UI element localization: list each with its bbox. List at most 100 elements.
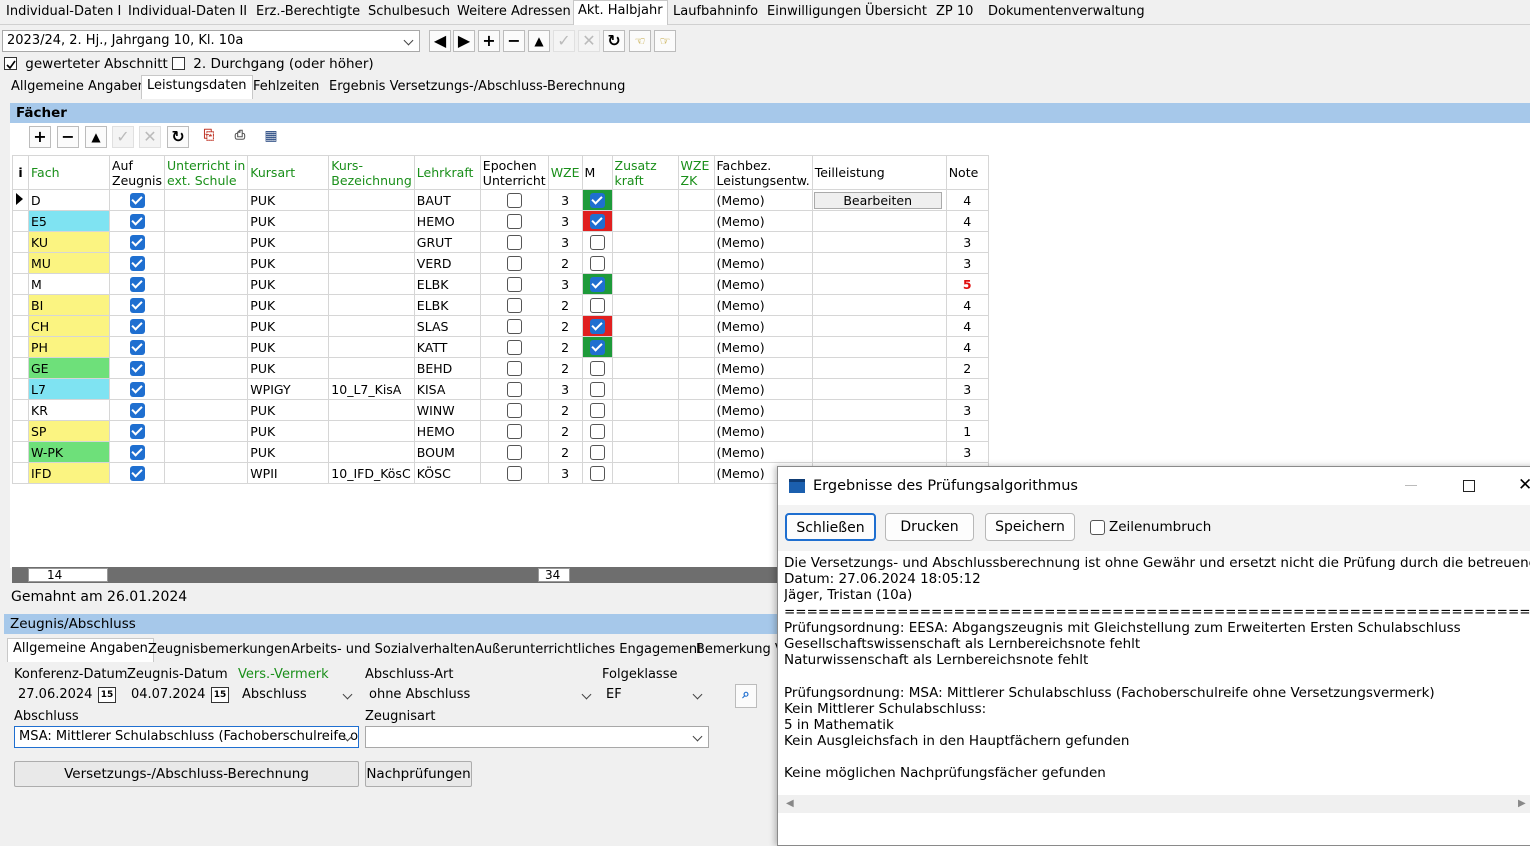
ext-schule-cell[interactable] xyxy=(164,420,249,442)
checkbox-empty-icon[interactable] xyxy=(589,403,605,418)
ext-schule-cell[interactable] xyxy=(164,273,249,295)
lehrkraft-cell[interactable]: BOUM xyxy=(413,441,481,463)
kursbez-cell[interactable] xyxy=(328,189,415,211)
fach-cell[interactable]: BI xyxy=(28,294,110,316)
checkbox-checked-icon[interactable] xyxy=(129,193,145,208)
fach-cell[interactable]: D xyxy=(28,189,110,211)
checkbox-checked-icon[interactable] xyxy=(129,403,145,418)
col-ext-schule[interactable]: Unterricht in ext. Schule xyxy=(164,155,249,190)
zusatzkraft-cell[interactable] xyxy=(611,315,679,337)
tab-uebersicht[interactable]: Übersicht xyxy=(861,2,931,24)
teilleistung-cell[interactable]: Bearbeiten xyxy=(811,189,947,211)
ext-schule-cell[interactable] xyxy=(164,441,249,463)
checkbox-empty-icon[interactable] xyxy=(506,340,522,355)
col-kursart[interactable]: Kursart xyxy=(247,155,330,190)
checkbox-empty-icon[interactable] xyxy=(506,424,522,439)
ext-schule-cell[interactable] xyxy=(164,231,249,253)
subtab-fehlzeiten[interactable]: Fehlzeiten xyxy=(248,77,324,99)
wze-cell[interactable]: 3 xyxy=(547,210,583,232)
checkbox-empty-icon[interactable] xyxy=(506,445,522,460)
mahnung-cell[interactable] xyxy=(581,399,613,421)
epochen-cell[interactable] xyxy=(479,189,549,211)
durchgang-option[interactable]: 2. Durchgang (oder höher) xyxy=(172,55,374,73)
col-m[interactable]: M xyxy=(581,155,613,190)
ext-schule-cell[interactable] xyxy=(164,294,249,316)
teilleistung-cell[interactable] xyxy=(811,231,947,253)
checkbox-empty-icon[interactable] xyxy=(589,382,605,397)
kursbez-cell[interactable]: 10_IFD_KösC xyxy=(328,462,415,484)
ext-schule-cell[interactable] xyxy=(164,315,249,337)
fach-cell[interactable]: E5 xyxy=(28,210,110,232)
close-icon[interactable]: ✕ xyxy=(1518,475,1530,495)
wze-cell[interactable]: 2 xyxy=(547,252,583,274)
checkbox-checked-icon[interactable] xyxy=(589,193,605,208)
lehrkraft-cell[interactable]: GRUT xyxy=(413,231,481,253)
checkbox-checked-icon[interactable] xyxy=(129,466,145,481)
checkbox-checked-icon[interactable] xyxy=(589,214,605,229)
table-row[interactable]: SP PUK HEMO 2 (Memo) 1 xyxy=(12,420,989,442)
wze-cell[interactable]: 3 xyxy=(547,231,583,253)
zusatzkraft-cell[interactable] xyxy=(611,273,679,295)
checkbox-empty-icon[interactable] xyxy=(589,445,605,460)
kursbez-cell[interactable] xyxy=(328,441,415,463)
kursart-cell[interactable]: PUK xyxy=(247,399,330,421)
checkbox-empty-icon[interactable] xyxy=(506,466,522,481)
checkbox-empty-icon[interactable] xyxy=(589,361,605,376)
ztab-arbeits-sozialverhalten[interactable]: Arbeits- und Sozialverhalten xyxy=(286,640,480,662)
table-edit-icon[interactable]: ▦ xyxy=(260,126,282,148)
kursart-cell[interactable]: PUK xyxy=(247,336,330,358)
lehrkraft-cell[interactable]: BEHD xyxy=(413,357,481,379)
wze-zk-cell[interactable] xyxy=(677,378,715,400)
tab-weitere-adressen[interactable]: Weitere Adressen xyxy=(453,2,575,24)
print-button[interactable]: Drucken xyxy=(885,513,974,541)
mahnung-cell[interactable] xyxy=(581,315,613,337)
wze-zk-cell[interactable] xyxy=(677,231,715,253)
fach-cell[interactable]: IFD xyxy=(28,462,110,484)
fachbez-cell[interactable]: (Memo) xyxy=(713,273,813,295)
teilleistung-cell[interactable] xyxy=(811,399,947,421)
lehrkraft-cell[interactable]: KÖSC xyxy=(413,462,481,484)
note-cell[interactable]: 4 xyxy=(945,294,989,316)
wze-cell[interactable]: 2 xyxy=(547,420,583,442)
subtab-allgemeine-angaben[interactable]: Allgemeine Angaben xyxy=(6,77,151,99)
kursbez-cell[interactable] xyxy=(328,273,415,295)
checkbox-empty-icon[interactable] xyxy=(506,256,522,271)
kursbez-cell[interactable] xyxy=(328,210,415,232)
wze-cell[interactable]: 2 xyxy=(547,315,583,337)
wze-zk-cell[interactable] xyxy=(677,399,715,421)
minimize-icon[interactable] xyxy=(1405,485,1417,486)
zeugnisart-select[interactable] xyxy=(365,726,709,748)
table-row[interactable]: KU PUK GRUT 3 (Memo) 3 xyxy=(12,231,989,253)
note-cell[interactable]: 5 xyxy=(945,273,989,295)
tab-zp10[interactable]: ZP 10 xyxy=(932,2,977,24)
teilleistung-cell[interactable] xyxy=(811,273,947,295)
fach-cell[interactable]: SP xyxy=(28,420,110,442)
kursart-cell[interactable]: PUK xyxy=(247,273,330,295)
epochen-cell[interactable] xyxy=(479,273,549,295)
kursbez-cell[interactable] xyxy=(328,336,415,358)
fach-cell[interactable]: MU xyxy=(28,252,110,274)
close-button[interactable]: Schließen xyxy=(785,513,876,541)
tab-akt-halbjahr[interactable]: Akt. Halbjahr xyxy=(573,0,668,25)
auf-zeugnis-cell[interactable] xyxy=(108,336,166,358)
epochen-cell[interactable] xyxy=(479,357,549,379)
wze-zk-cell[interactable] xyxy=(677,441,715,463)
fachbez-cell[interactable]: (Memo) xyxy=(713,210,813,232)
auf-zeugnis-cell[interactable] xyxy=(108,252,166,274)
export-icon[interactable]: ⎙ xyxy=(229,126,251,148)
teilleistung-cell[interactable] xyxy=(811,420,947,442)
checkbox-empty-icon[interactable] xyxy=(589,256,605,271)
col-auf-zeugnis[interactable]: Auf Zeugnis xyxy=(108,155,166,190)
auf-zeugnis-cell[interactable] xyxy=(108,273,166,295)
note-cell[interactable]: 4 xyxy=(945,315,989,337)
lehrkraft-cell[interactable]: KATT xyxy=(413,336,481,358)
col-zusatzkraft[interactable]: Zusatz kraft xyxy=(611,155,679,190)
col-note[interactable]: Note xyxy=(945,155,989,190)
ext-schule-cell[interactable] xyxy=(164,378,249,400)
ext-schule-cell[interactable] xyxy=(164,399,249,421)
table-row[interactable]: W-PK PUK BOUM 2 (Memo) 3 xyxy=(12,441,989,463)
checkbox-checked-icon[interactable] xyxy=(129,298,145,313)
auf-zeugnis-cell[interactable] xyxy=(108,420,166,442)
lehrkraft-cell[interactable]: WINW xyxy=(413,399,481,421)
checkbox-checked-icon[interactable] xyxy=(129,424,145,439)
